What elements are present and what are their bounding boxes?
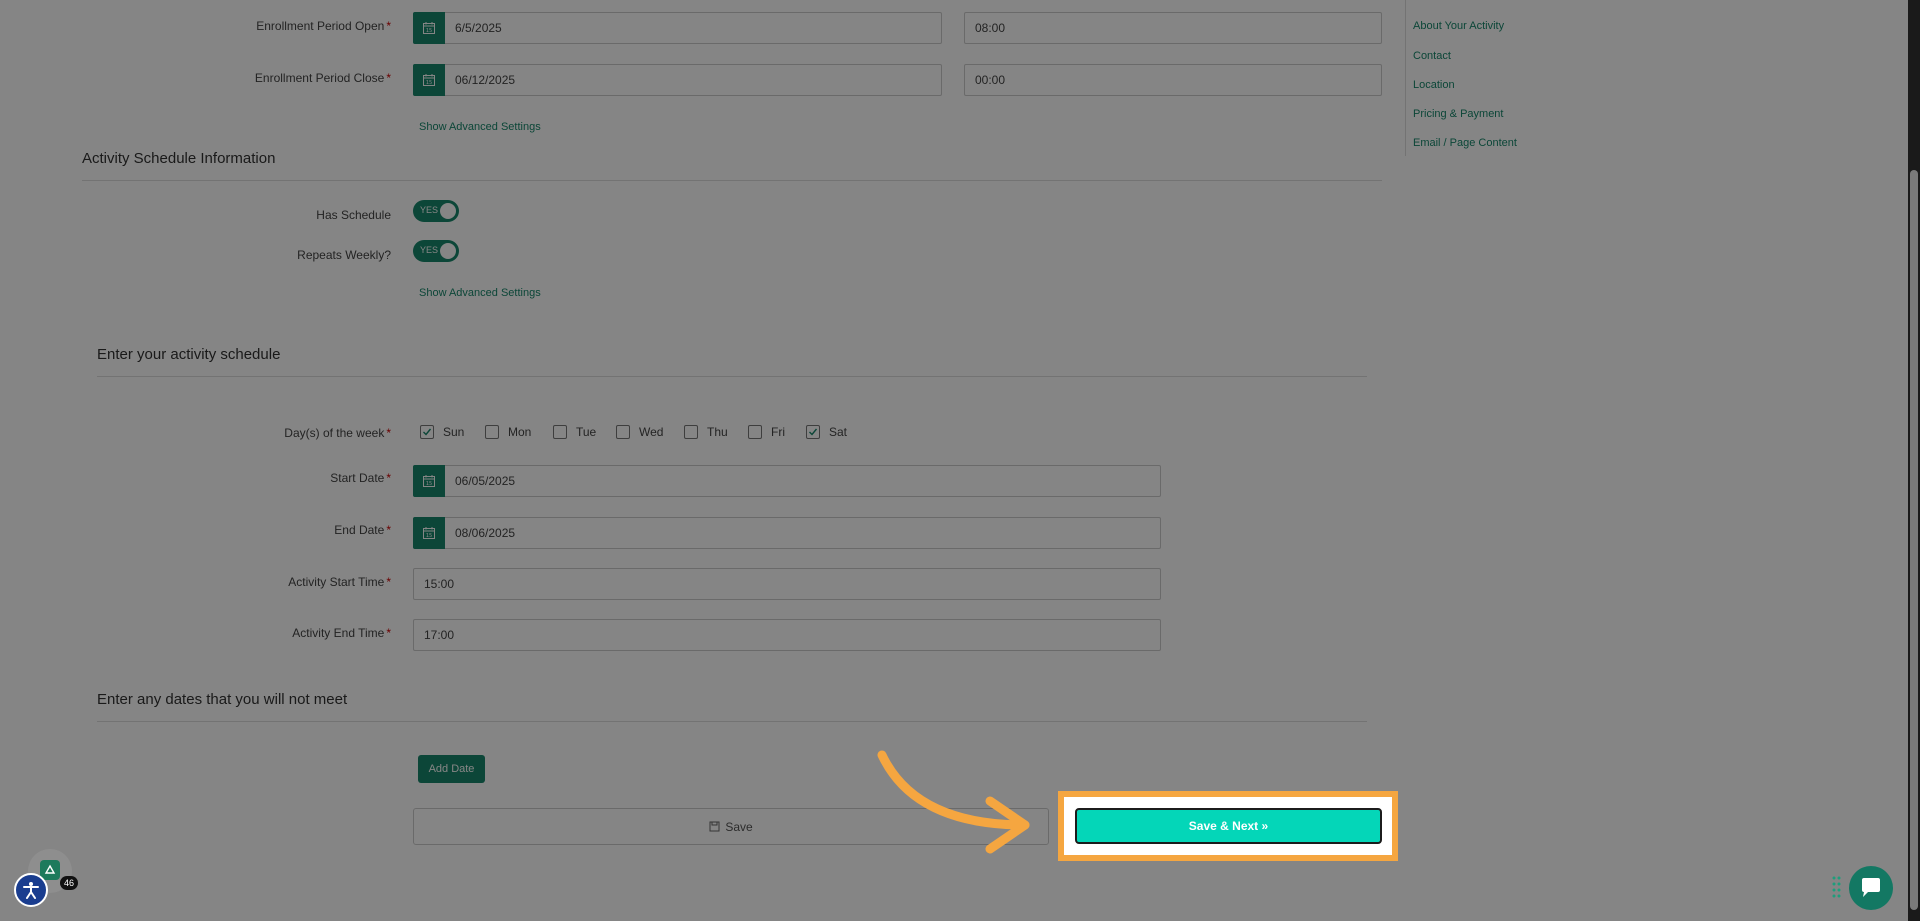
start-date-field[interactable]: 15 06/05/2025 [413, 465, 1161, 497]
checkbox-icon[interactable] [553, 425, 567, 439]
enrollment-close-time-field[interactable]: 00:00 [964, 64, 1382, 96]
end-date-value: 08/06/2025 [455, 526, 516, 540]
section-divider [97, 376, 1367, 377]
day-checkbox-fri[interactable]: Fri [748, 425, 785, 439]
end-date-label-text: End Date [334, 523, 385, 537]
checkbox-icon[interactable] [684, 425, 698, 439]
day-label: Sat [829, 425, 848, 439]
skip-dates-title: Enter any dates that you will not meet [97, 691, 348, 708]
sidebar-item-location[interactable]: Location [1413, 79, 1455, 91]
toggle-yes-text: YES [420, 245, 439, 255]
activity-end-time-label: Activity End Time * [91, 626, 391, 640]
scrollbar-thumb[interactable] [1910, 170, 1918, 910]
end-date-field[interactable]: 15 08/06/2025 [413, 517, 1161, 549]
day-checkbox-sun[interactable]: Sun [420, 425, 464, 439]
checkbox-icon[interactable] [485, 425, 499, 439]
repeats-weekly-toggle[interactable]: YES [413, 240, 459, 262]
day-label: Mon [508, 425, 532, 439]
show-advanced-settings-link[interactable]: Show Advanced Settings [419, 121, 541, 133]
required-mark: * [386, 626, 391, 640]
save-and-next-button[interactable]: Save & Next » [1075, 808, 1382, 844]
sidebar-item-pricing[interactable]: Pricing & Payment [1413, 108, 1503, 120]
required-mark: * [386, 19, 391, 33]
repeats-weekly-label: Repeats Weekly? [297, 248, 391, 262]
days-of-week-label: Day(s) of the week * [91, 426, 391, 440]
enrollment-close-label: Enrollment Period Close * [91, 71, 391, 85]
save-button-label: Save [725, 819, 753, 834]
section-divider [82, 180, 1382, 181]
enrollment-open-label: Enrollment Period Open * [91, 19, 391, 33]
enrollment-close-label-text: Enrollment Period Close [254, 71, 385, 85]
calendar-icon[interactable]: 15 [413, 517, 445, 549]
calendar-icon[interactable]: 15 [413, 12, 445, 44]
day-checkbox-tue[interactable]: Tue [553, 425, 596, 439]
activity-end-time-field[interactable]: 17:00 [413, 619, 1161, 651]
accessibility-icon[interactable] [14, 873, 48, 907]
enrollment-close-time-value: 00:00 [975, 73, 1006, 87]
activity-end-time-label-text: Activity End Time [292, 626, 385, 640]
svg-text:15: 15 [426, 481, 432, 487]
calendar-icon[interactable]: 15 [413, 64, 445, 96]
end-date-label: End Date * [91, 523, 391, 537]
chat-icon[interactable] [1849, 866, 1893, 910]
enrollment-close-date-value: 06/12/2025 [455, 73, 516, 87]
start-date-label: Start Date * [91, 471, 391, 485]
enrollment-open-time-value: 08:00 [975, 21, 1006, 35]
days-of-week-label-text: Day(s) of the week [284, 426, 385, 440]
checkbox-icon[interactable] [616, 425, 630, 439]
required-mark: * [386, 523, 391, 537]
activity-start-time-label: Activity Start Time * [91, 575, 391, 589]
toggle-knob [440, 203, 456, 219]
start-date-label-text: Start Date [330, 471, 385, 485]
activity-start-time-field[interactable]: 15:00 [413, 568, 1161, 600]
toggle-knob [440, 243, 456, 259]
day-label: Thu [707, 425, 728, 439]
day-label: Tue [576, 425, 597, 439]
required-mark: * [386, 71, 391, 85]
activity-end-time-value: 17:00 [424, 628, 455, 642]
required-mark: * [386, 575, 391, 589]
add-date-button[interactable]: Add Date [418, 755, 485, 783]
activity-start-time-value: 15:00 [424, 577, 455, 591]
has-schedule-label: Has Schedule [316, 208, 391, 222]
notification-count-badge: 46 [60, 876, 79, 890]
day-label: Wed [639, 425, 664, 439]
drag-handle-icon[interactable] [1832, 875, 1842, 899]
enrollment-close-date-field[interactable]: 15 06/12/2025 [413, 64, 942, 96]
sidebar-divider [1405, 0, 1406, 156]
svg-text:15: 15 [426, 533, 432, 539]
svg-text:15: 15 [426, 80, 432, 86]
enrollment-open-date-field[interactable]: 15 6/5/2025 [413, 12, 942, 44]
schedule-info-title: Activity Schedule Information [82, 150, 276, 167]
checkbox-icon[interactable] [748, 425, 762, 439]
enrollment-open-time-field[interactable]: 08:00 [964, 12, 1382, 44]
curved-arrow-icon [877, 750, 1030, 854]
required-mark: * [386, 426, 391, 440]
checkbox-checked-icon[interactable] [806, 425, 820, 439]
save-icon [709, 821, 720, 832]
show-advanced-settings-link[interactable]: Show Advanced Settings [419, 287, 541, 299]
day-checkbox-thu[interactable]: Thu [684, 425, 728, 439]
checkbox-checked-icon[interactable] [420, 425, 434, 439]
start-date-value: 06/05/2025 [455, 474, 516, 488]
enrollment-open-date-value: 6/5/2025 [455, 21, 502, 35]
svg-text:15: 15 [426, 28, 432, 34]
day-checkbox-wed[interactable]: Wed [616, 425, 663, 439]
section-divider [97, 721, 1367, 722]
day-checkbox-sat[interactable]: Sat [806, 425, 847, 439]
toggle-yes-text: YES [420, 205, 439, 215]
day-checkbox-mon[interactable]: Mon [485, 425, 531, 439]
day-label: Sun [443, 425, 465, 439]
required-mark: * [386, 471, 391, 485]
calendar-icon[interactable]: 15 [413, 465, 445, 497]
has-schedule-toggle[interactable]: YES [413, 200, 459, 222]
sidebar-item-about[interactable]: About Your Activity [1413, 20, 1504, 32]
sidebar-item-email-content[interactable]: Email / Page Content [1413, 137, 1517, 149]
activity-schedule-title: Enter your activity schedule [97, 346, 281, 363]
enrollment-open-label-text: Enrollment Period Open [256, 19, 385, 33]
activity-start-time-label-text: Activity Start Time [288, 575, 385, 589]
day-label: Fri [771, 425, 785, 439]
sidebar-item-contact[interactable]: Contact [1413, 50, 1451, 62]
